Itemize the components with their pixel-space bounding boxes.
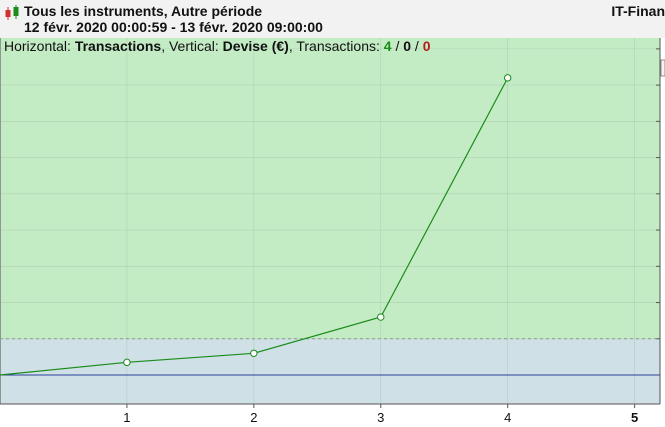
winning-transactions-count: 4 <box>383 38 392 54</box>
losing-transactions-count: 0 <box>422 38 431 54</box>
transaction-point[interactable] <box>250 349 258 357</box>
scroll-handle[interactable] <box>660 59 665 77</box>
x-tick-label: 4 <box>504 410 511 425</box>
neutral-transactions-count: 0 <box>403 38 412 54</box>
transaction-point[interactable] <box>123 358 131 367</box>
chart-title: Tous les instruments, Autre période <box>24 3 263 19</box>
horizontal-label: Horizontal: <box>4 38 71 54</box>
horizontal-value: Transactions <box>74 38 162 54</box>
count-separator-1: / <box>391 38 404 54</box>
transaction-point[interactable] <box>503 74 512 82</box>
x-tick-label: 5 <box>631 410 638 425</box>
loss-zone <box>0 338 660 404</box>
x-tick-label: 2 <box>250 410 257 425</box>
candlestick-icon <box>5 5 19 20</box>
chart-header: Tous les instruments, Autre période 12 f… <box>0 0 665 38</box>
equity-chart[interactable]: 1 2 3 4 5 <box>0 38 665 427</box>
brand-label: IT-Finan <box>611 3 665 19</box>
transaction-point[interactable] <box>377 313 385 321</box>
chart-info-bar: Horizontal: Transactions, Vertical: Devi… <box>4 38 431 56</box>
profit-zone <box>0 38 660 339</box>
transactions-label: , Transactions: <box>288 38 380 54</box>
vertical-value: Devise (€) <box>222 38 289 54</box>
count-separator-2: / <box>411 38 423 54</box>
x-tick-label: 1 <box>123 410 130 425</box>
vertical-label: , Vertical: <box>161 38 219 54</box>
x-tick-label: 3 <box>377 410 384 425</box>
date-range: 12 févr. 2020 00:00:59 - 13 févr. 2020 0… <box>24 19 323 35</box>
